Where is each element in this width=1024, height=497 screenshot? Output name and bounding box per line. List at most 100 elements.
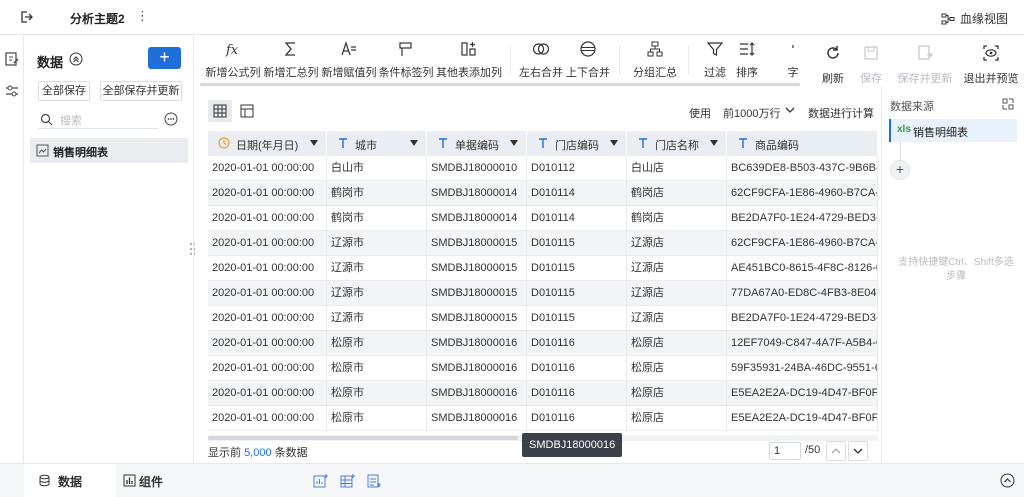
table-cell[interactable]: D010114 bbox=[527, 206, 627, 231]
add-assign-column-button[interactable]: 新增赋值列 bbox=[321, 40, 377, 82]
caret-down-icon[interactable] bbox=[410, 140, 418, 146]
table-cell[interactable]: D010115 bbox=[527, 256, 627, 281]
save-and-update-button[interactable]: 保存并更新 bbox=[895, 44, 955, 86]
table-cell[interactable]: 59F35931-24BA-46DC-9551-674 bbox=[727, 356, 878, 381]
table-cell[interactable]: 2020-01-01 00:00:00 bbox=[208, 381, 327, 406]
table-cell[interactable]: SMDBJ18000015 bbox=[427, 256, 527, 281]
table-cell[interactable]: 辽源店 bbox=[627, 281, 727, 306]
table-cell[interactable]: SMDBJ18000015 bbox=[427, 281, 527, 306]
scrollbar-thumb[interactable] bbox=[208, 436, 518, 440]
table-cell[interactable]: 松原店 bbox=[627, 381, 727, 406]
table-cell[interactable]: 2020-01-01 00:00:00 bbox=[208, 206, 327, 231]
table-cell[interactable]: BC639DE8-B503-437C-9B6B-F0 bbox=[727, 156, 878, 181]
table-cell[interactable]: 2020-01-01 00:00:00 bbox=[208, 356, 327, 381]
page-input[interactable]: 1 bbox=[769, 442, 801, 460]
table-row[interactable]: 2020-01-01 00:00:00 鹤岗市 SMDBJ18000014 D0101… bbox=[208, 181, 878, 206]
table-cell[interactable]: D010115 bbox=[527, 231, 627, 256]
field-settings-button[interactable]: 字 bbox=[781, 40, 805, 82]
table-cell[interactable]: 2020-01-01 00:00:00 bbox=[208, 181, 327, 206]
table-cell[interactable]: E5EA2E2A-DC19-4D47-BF0F-F2 bbox=[727, 381, 878, 406]
table-cell[interactable]: 辽源市 bbox=[327, 256, 427, 281]
table-cell[interactable]: D010116 bbox=[527, 406, 627, 431]
merge-top-bottom-button[interactable]: 上下合并 bbox=[565, 40, 611, 82]
sort-button[interactable]: 排序 bbox=[730, 40, 764, 82]
column-header[interactable]: 城市 bbox=[327, 131, 427, 156]
table-cell[interactable]: 白山市 bbox=[327, 156, 427, 181]
save-button[interactable]: 保存 bbox=[853, 44, 889, 86]
table-cell[interactable]: 2020-01-01 00:00:00 bbox=[208, 281, 327, 306]
table-cell[interactable]: 辽源市 bbox=[327, 231, 427, 256]
table-cell[interactable]: 松原市 bbox=[327, 356, 427, 381]
table-cell[interactable]: 62CF9CFA-1E86-4960-B7CA-F0 bbox=[727, 231, 878, 256]
expand-panel-icon[interactable] bbox=[1002, 98, 1014, 110]
table-cell[interactable]: 鹤岗店 bbox=[627, 206, 727, 231]
column-header[interactable]: 商品编码 bbox=[727, 131, 878, 156]
table-cell[interactable]: BE2DA7F0-1E24-4729-BED3-3C bbox=[727, 206, 878, 231]
column-header[interactable]: 单据编码 bbox=[427, 131, 527, 156]
tab-data[interactable]: 数据 bbox=[24, 464, 116, 497]
add-summary-column-button[interactable]: 新增汇总列 bbox=[263, 40, 319, 82]
table-row[interactable]: 2020-01-01 00:00:00 松原市 SMDBJ18000016 D0101… bbox=[208, 406, 878, 431]
table-cell[interactable]: BE2DA7F0-1E24-4729-BED3-3C bbox=[727, 306, 878, 331]
add-table-button[interactable]: + bbox=[148, 47, 181, 69]
table-cell[interactable]: 鹤岗市 bbox=[327, 206, 427, 231]
table-cell[interactable]: 松原市 bbox=[327, 331, 427, 356]
analysis-title[interactable]: 分析主题2 bbox=[70, 10, 125, 27]
save-all-button[interactable]: 全部保存 bbox=[38, 81, 90, 101]
table-cell[interactable]: 松原市 bbox=[327, 406, 427, 431]
filter-button[interactable]: 过滤 bbox=[696, 40, 734, 82]
table-cell[interactable]: 62CF9CFA-1E86-4960-B7CA-F0 bbox=[727, 181, 878, 206]
add-column-from-table-button[interactable]: 其他表添加列 bbox=[436, 40, 502, 82]
table-cell[interactable]: 松原市 bbox=[327, 381, 427, 406]
group-summary-button[interactable]: 分组汇总 bbox=[629, 40, 681, 82]
search-input[interactable]: 搜索 bbox=[38, 111, 158, 129]
conditional-label-column-button[interactable]: 条件标签列 bbox=[378, 40, 434, 82]
table-cell[interactable]: 2020-01-01 00:00:00 bbox=[208, 256, 327, 281]
table-cell[interactable]: D010112 bbox=[527, 156, 627, 181]
tab-component[interactable]: 组件 bbox=[116, 464, 186, 497]
table-cell[interactable]: D010115 bbox=[527, 281, 627, 306]
table-row[interactable]: 2020-01-01 00:00:00 辽源市 SMDBJ18000015 D0101… bbox=[208, 306, 878, 331]
column-header[interactable]: 日期(年月日) bbox=[208, 131, 327, 156]
table-cell[interactable]: SMDBJ18000014 bbox=[427, 206, 527, 231]
table-cell[interactable]: 辽源店 bbox=[627, 306, 727, 331]
table-cell[interactable]: D010116 bbox=[527, 381, 627, 406]
refresh-button[interactable]: 刷新 bbox=[815, 44, 851, 86]
row-limit-select[interactable]: 前1000万行 bbox=[719, 102, 801, 120]
add-report-icon[interactable] bbox=[366, 473, 382, 489]
table-row[interactable]: 2020-01-01 00:00:00 辽源市 SMDBJ18000015 D0101… bbox=[208, 281, 878, 306]
collapse-up-icon[interactable] bbox=[69, 52, 83, 66]
add-formula-column-button[interactable]: fx 新增公式列 bbox=[205, 40, 261, 82]
exit-and-preview-button[interactable]: 退出并预览 bbox=[961, 44, 1021, 86]
table-cell[interactable]: 12EF7049-C847-4A7F-A5B4-C0 bbox=[727, 331, 878, 356]
table-view-toggle[interactable] bbox=[208, 100, 232, 122]
edit-data-icon[interactable] bbox=[4, 51, 20, 67]
table-cell[interactable]: SMDBJ18000016 bbox=[427, 381, 527, 406]
caret-down-icon[interactable] bbox=[510, 140, 518, 146]
table-cell[interactable]: AE451BC0-8615-4F8C-8126-05E bbox=[727, 256, 878, 281]
table-cell[interactable]: 辽源店 bbox=[627, 231, 727, 256]
table-cell[interactable]: SMDBJ18000016 bbox=[427, 331, 527, 356]
layout-view-toggle[interactable] bbox=[235, 100, 259, 122]
prev-page-button[interactable] bbox=[826, 441, 846, 461]
table-cell[interactable]: 松原店 bbox=[627, 356, 727, 381]
add-step-button[interactable]: + bbox=[890, 160, 910, 180]
save-all-update-button[interactable]: 全部保存并更新 bbox=[100, 81, 182, 101]
column-header[interactable]: 门店编码 bbox=[527, 131, 627, 156]
table-item-sales-detail[interactable]: 销售明细表 bbox=[30, 138, 188, 163]
column-header[interactable]: 门店名称 bbox=[627, 131, 727, 156]
table-cell[interactable]: 白山店 bbox=[627, 156, 727, 181]
table-row[interactable]: 2020-01-01 00:00:00 辽源市 SMDBJ18000015 D0101… bbox=[208, 231, 878, 256]
settings-sliders-icon[interactable] bbox=[4, 83, 20, 99]
table-row[interactable]: 2020-01-01 00:00:00 松原市 SMDBJ18000016 D0101… bbox=[208, 331, 878, 356]
table-cell[interactable]: SMDBJ18000015 bbox=[427, 231, 527, 256]
lineage-view-button[interactable]: 血缘视图 bbox=[941, 10, 1008, 27]
table-cell[interactable]: SMDBJ18000014 bbox=[427, 181, 527, 206]
merge-left-right-button[interactable]: 左右合并 bbox=[518, 40, 564, 82]
table-cell[interactable]: 辽源市 bbox=[327, 306, 427, 331]
table-cell[interactable]: D010116 bbox=[527, 356, 627, 381]
table-cell[interactable]: D010116 bbox=[527, 331, 627, 356]
table-cell[interactable]: 2020-01-01 00:00:00 bbox=[208, 406, 327, 431]
table-cell[interactable]: D010115 bbox=[527, 306, 627, 331]
table-cell[interactable]: 2020-01-01 00:00:00 bbox=[208, 306, 327, 331]
